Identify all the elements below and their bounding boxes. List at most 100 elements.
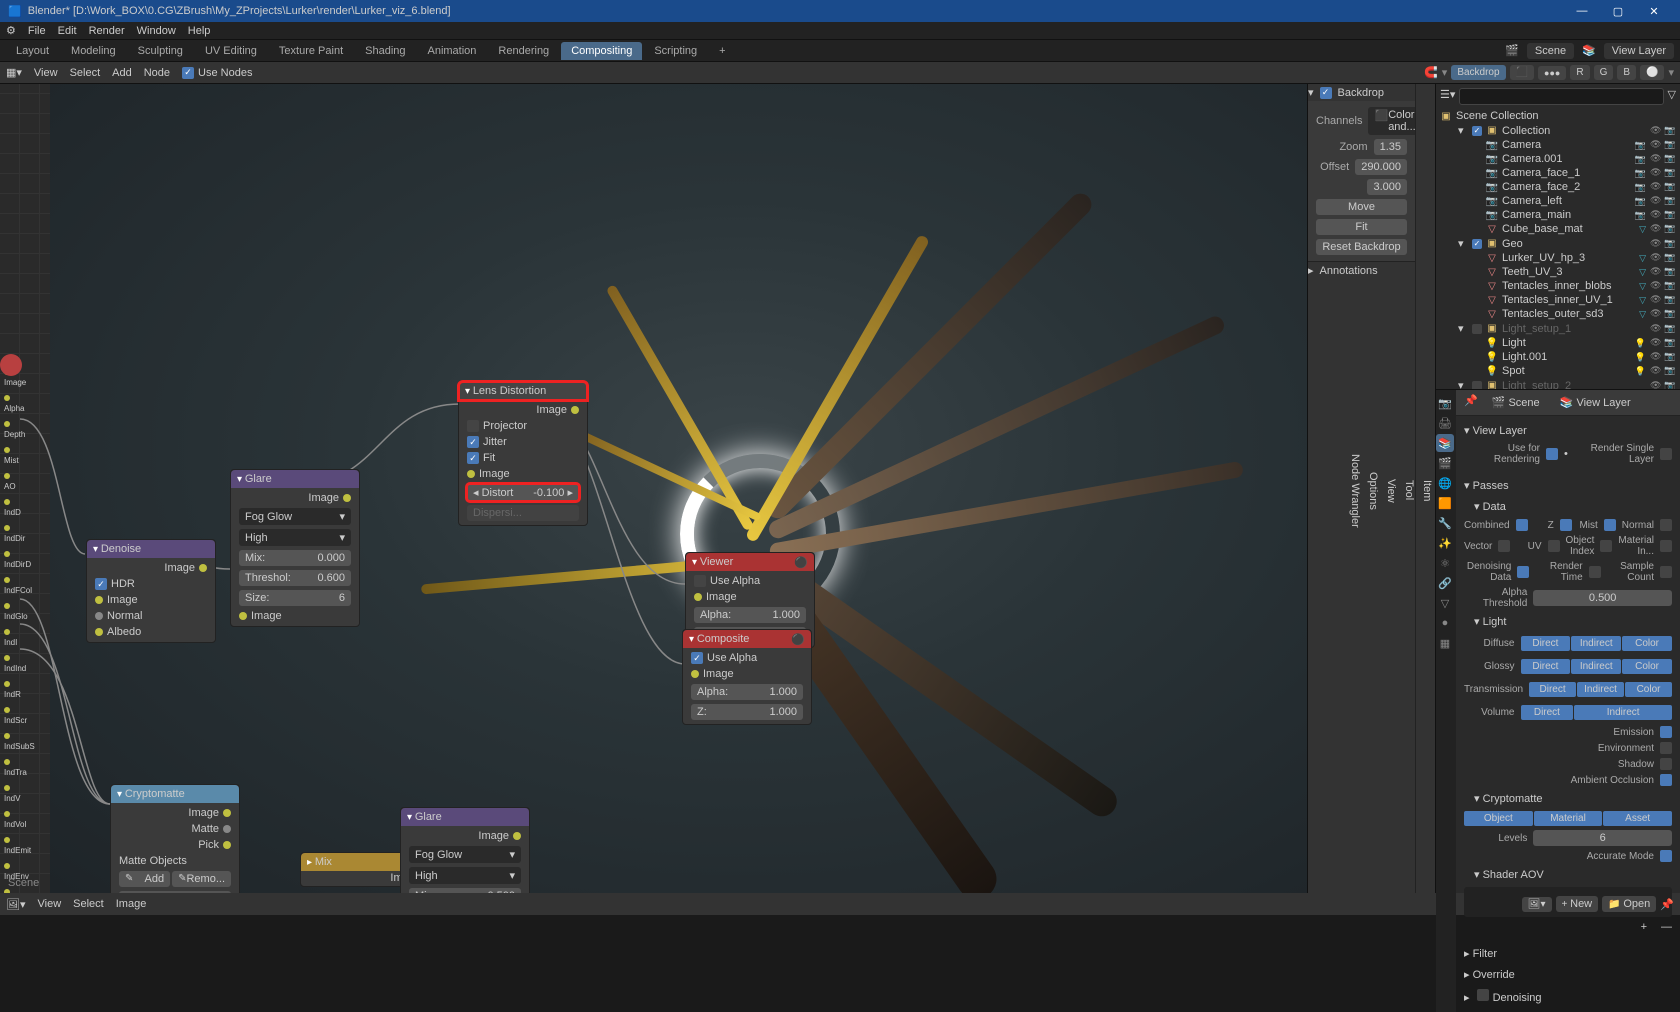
node-glare-1[interactable]: ▾ Glare Image Fog Glow▾ High▾ Mix:0.000 … (230, 469, 360, 627)
outliner-item[interactable]: ▽ Lurker_UV_hp_3▽👁📷 (1436, 251, 1680, 265)
outliner-item[interactable]: 📷 Camera📷👁📷 (1436, 138, 1680, 152)
tab-tool[interactable]: Tool (1401, 472, 1417, 508)
vol-indirect[interactable]: Indirect (1574, 705, 1672, 720)
img-image[interactable]: Image (116, 898, 147, 910)
add-button[interactable]: ✎ Add (119, 871, 170, 887)
check-icon[interactable]: ✓ (95, 578, 107, 590)
checkbox[interactable] (1516, 519, 1528, 531)
add-aov-button[interactable]: + (1641, 921, 1647, 933)
outliner-item[interactable]: ▾▣ Light_setup_1👁📷 (1436, 321, 1680, 336)
zoom-field[interactable]: 1.35 (1374, 139, 1407, 155)
render-layer-socket[interactable]: IndD (0, 494, 20, 520)
render-visibility-icon[interactable]: 📷 (1664, 139, 1676, 151)
visibility-eye-icon[interactable]: 👁 (1650, 323, 1662, 335)
visibility-eye-icon[interactable]: 👁 (1650, 153, 1662, 165)
fit-button[interactable]: Fit (1316, 219, 1407, 235)
outliner-item[interactable]: 📷 Camera_left📷👁📷 (1436, 194, 1680, 208)
visibility-eye-icon[interactable]: 👁 (1650, 209, 1662, 221)
section-light[interactable]: ▾ Light (1464, 611, 1672, 632)
render-layer-socket[interactable]: IndV (0, 780, 20, 806)
node-composite[interactable]: ▾ Composite⚫ ✓Use Alpha Image Alpha:1.00… (682, 629, 812, 725)
checkbox[interactable] (1477, 989, 1489, 1001)
prop-tab-world[interactable]: 🌐 (1436, 474, 1454, 492)
header-node[interactable]: Node (144, 67, 170, 79)
tab-texture-paint[interactable]: Texture Paint (269, 42, 353, 60)
output-socket[interactable] (223, 841, 231, 849)
section-shader-aov[interactable]: ▾ Shader AOV (1464, 864, 1672, 885)
annotations-section-header[interactable]: ▸ Annotations (1308, 262, 1415, 279)
render-visibility-icon[interactable]: 📷 (1664, 153, 1676, 165)
glossy-indirect[interactable]: Indirect (1571, 659, 1621, 674)
tab-view[interactable]: View (1383, 471, 1399, 511)
render-visibility-icon[interactable]: 📷 (1664, 195, 1676, 207)
channel-z[interactable]: ⚪ (1640, 65, 1664, 80)
menu-render[interactable]: Render (89, 25, 125, 37)
use-nodes-toggle[interactable]: ✓ Use Nodes (182, 67, 252, 79)
menu-file[interactable]: File (28, 25, 46, 37)
menu-help[interactable]: Help (188, 25, 211, 37)
prop-tab-viewlayer[interactable]: 📚 (1436, 434, 1454, 452)
node-header[interactable]: ▾ Glare (231, 470, 359, 488)
glossy-direct[interactable]: Direct (1521, 659, 1571, 674)
visibility-eye-icon[interactable]: 👁 (1650, 280, 1662, 292)
render-visibility-icon[interactable]: 📷 (1664, 294, 1676, 306)
visibility-eye-icon[interactable]: 👁 (1650, 223, 1662, 235)
prop-tab-constraint[interactable]: 🔗 (1436, 574, 1454, 592)
offset-x-field[interactable]: 290.000 (1355, 159, 1407, 175)
render-layer-socket[interactable]: IndI (0, 624, 20, 650)
channel-color[interactable]: ⬛ (1510, 65, 1534, 80)
channels-select[interactable]: ⬛Color and... (1368, 107, 1421, 135)
node-cryptomatte[interactable]: ▾ Cryptomatte Image Matte Pick Matte Obj… (110, 784, 240, 893)
trans-color[interactable]: Color (1625, 682, 1672, 697)
alpha-threshold-field[interactable]: 0.500 (1533, 590, 1672, 606)
menu-edit[interactable]: Edit (58, 25, 77, 37)
prop-tab-render[interactable]: 📷 (1436, 394, 1454, 412)
tab-add[interactable]: + (709, 42, 735, 60)
distort-field-highlighted[interactable]: ◂ Distort-0.100 ▸ (467, 484, 579, 501)
output-socket[interactable] (223, 809, 231, 817)
render-layer-socket[interactable]: IndEmit (0, 832, 20, 858)
mix-field[interactable]: Mix:0.500 (409, 888, 521, 893)
node-glare-2[interactable]: ▾ Glare Image Fog Glow▾ High▾ Mix:0.500 (400, 807, 530, 893)
section-override[interactable]: ▸ Override (1464, 964, 1672, 985)
channel-rgb[interactable]: ●●● (1538, 66, 1566, 80)
render-layer-socket[interactable]: IndSubS (0, 728, 20, 754)
input-socket[interactable] (95, 612, 103, 620)
visibility-eye-icon[interactable]: 👁 (1650, 294, 1662, 306)
outliner-item[interactable]: 💡 Spot💡👁📷 (1436, 364, 1680, 378)
section-passes[interactable]: ▾ Passes (1464, 475, 1672, 496)
collection-checkbox[interactable] (1472, 324, 1482, 334)
outliner-item[interactable]: 💡 Light.001💡👁📷 (1436, 350, 1680, 364)
render-visibility-icon[interactable]: 📷 (1664, 181, 1676, 193)
prop-tab-material[interactable]: ● (1436, 614, 1454, 632)
render-layer-socket[interactable]: Depth (0, 416, 20, 442)
render-visibility-icon[interactable]: 📷 (1664, 252, 1676, 264)
collection-checkbox[interactable]: ✓ (1472, 126, 1482, 136)
render-visibility-icon[interactable]: 📷 (1664, 337, 1676, 349)
editor-type-icon[interactable]: ▦▾ (6, 66, 22, 79)
render-layer-socket[interactable]: AO (0, 468, 20, 494)
tab-options[interactable]: Options (1365, 464, 1381, 518)
output-socket[interactable] (343, 494, 351, 502)
header-view[interactable]: View (34, 67, 58, 79)
render-layer-socket[interactable]: Mist (0, 442, 20, 468)
input-socket[interactable] (239, 612, 247, 620)
threshold-field[interactable]: Threshol:0.600 (239, 570, 351, 586)
disclosure-triangle-icon[interactable]: ▾ (1458, 124, 1468, 137)
render-visibility-icon[interactable]: 📷 (1664, 223, 1676, 235)
prop-tab-object[interactable]: 🟧 (1436, 494, 1454, 512)
image-selector[interactable]: 🖼▾ (1522, 897, 1552, 912)
render-layer-socket[interactable]: IndDirD (0, 546, 20, 572)
header-add[interactable]: Add (112, 67, 132, 79)
prop-tab-modifier[interactable]: 🔧 (1436, 514, 1454, 532)
tab-shading[interactable]: Shading (355, 42, 415, 60)
checkbox[interactable] (1660, 540, 1672, 552)
checkbox[interactable] (1660, 726, 1672, 738)
editor-type-icon[interactable]: 🖼▾ (6, 898, 26, 911)
section-cryptomatte[interactable]: ▾ Cryptomatte (1464, 788, 1672, 809)
visibility-eye-icon[interactable]: 👁 (1650, 252, 1662, 264)
snap-icon[interactable]: 🧲 (1424, 66, 1438, 79)
node-header-highlighted[interactable]: ▾ Lens Distortion (459, 382, 587, 400)
tab-sculpting[interactable]: Sculpting (128, 42, 193, 60)
outliner-item[interactable]: ▽ Cube_base_mat▽👁📷 (1436, 222, 1680, 236)
